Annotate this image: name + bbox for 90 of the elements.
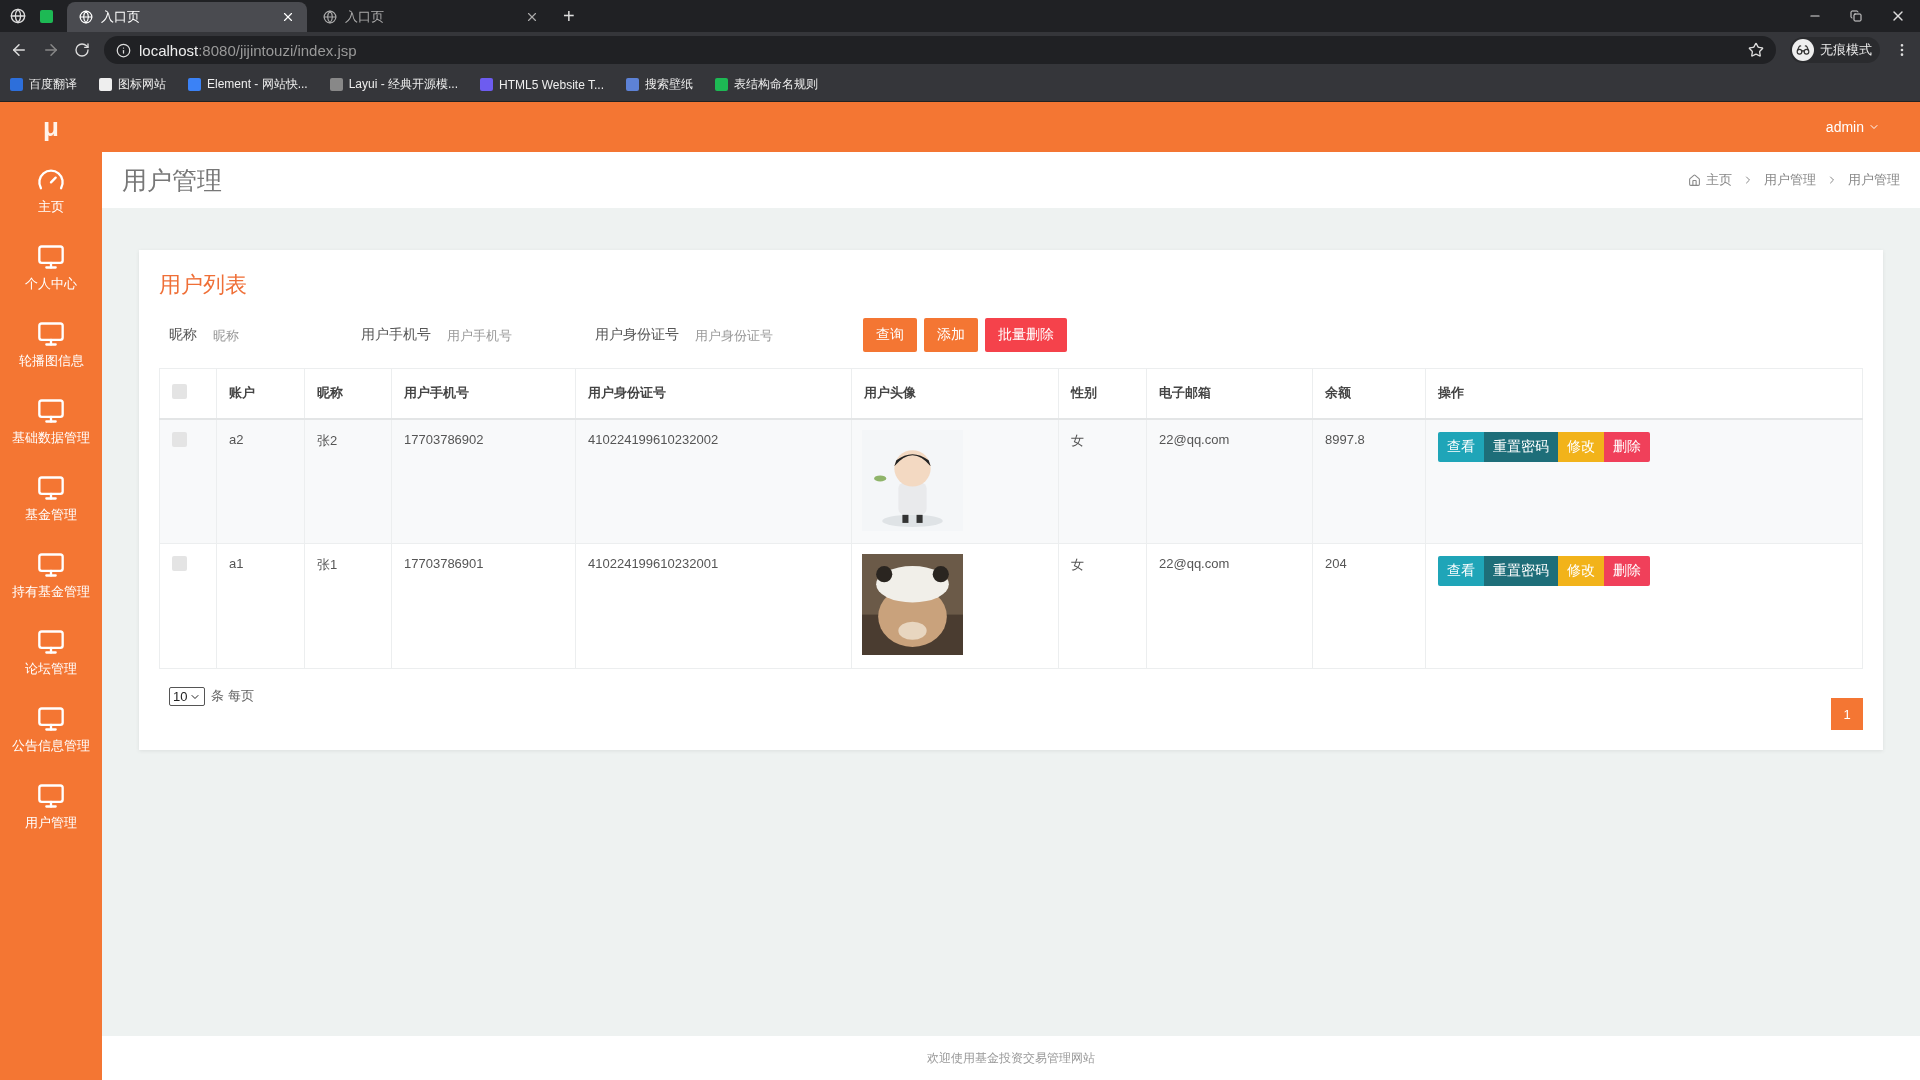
table-cell: 17703786901 — [404, 556, 484, 571]
monitor-icon — [37, 704, 65, 733]
sidebar-item[interactable]: 轮播图信息 — [0, 306, 102, 383]
home-icon — [1688, 173, 1701, 187]
page-size-select[interactable]: 10 — [169, 687, 206, 706]
action-button[interactable]: 批量删除 — [985, 318, 1067, 352]
new-tab-button[interactable]: + — [563, 4, 575, 28]
bookmark[interactable]: 搜索壁纸 — [626, 76, 693, 93]
close-icon[interactable] — [281, 10, 295, 24]
row-action-button[interactable]: 删除 — [1604, 556, 1650, 586]
profile-button[interactable]: 无痕模式 — [1790, 37, 1880, 63]
row-checkbox[interactable] — [172, 556, 187, 571]
row-action-button[interactable]: 查看 — [1438, 556, 1484, 586]
sidebar-item[interactable]: 持有基金管理 — [0, 537, 102, 614]
monitor-icon — [37, 473, 65, 502]
filter-label: 用户身份证号 — [595, 326, 679, 344]
monitor-icon — [37, 627, 65, 656]
table-cell: 8997.8 — [1325, 431, 1365, 447]
column-header: 余额 — [1312, 368, 1426, 419]
footer-text: 欢迎使用基金投资交易管理网站 — [927, 1049, 1095, 1067]
row-action-button[interactable]: 重置密码 — [1484, 556, 1558, 586]
address-bar[interactable]: localhost:8080/jijintouzi/index.jsp — [104, 36, 1776, 64]
column-header: 账户 — [216, 368, 305, 419]
breadcrumb-item[interactable]: 用户管理 — [1764, 171, 1816, 189]
table-cell: 204 — [1325, 556, 1347, 571]
bookmark[interactable]: 百度翻译 — [10, 76, 77, 93]
filter-label: 用户手机号 — [361, 326, 431, 344]
column-header: 电子邮箱 — [1146, 368, 1313, 419]
action-button[interactable]: 添加 — [924, 318, 978, 352]
table-cell: 张2 — [317, 432, 338, 448]
select-all-checkbox[interactable] — [172, 384, 187, 400]
column-header: 用户身份证号 — [575, 368, 852, 419]
bookmark[interactable]: HTML5 Website T... — [480, 77, 604, 92]
page-size-label: 条 每页 — [211, 687, 255, 705]
star-icon[interactable] — [1748, 42, 1764, 58]
monitor-icon — [37, 319, 65, 348]
sidebar-item[interactable]: 基金管理 — [0, 460, 102, 537]
globe-icon — [79, 10, 93, 24]
browser-icon[interactable] — [10, 8, 26, 24]
monitor-icon — [37, 550, 65, 579]
forward-icon[interactable] — [42, 41, 60, 59]
breadcrumb-item: 用户管理 — [1848, 171, 1900, 189]
sidebar-item[interactable]: 用户管理 — [0, 768, 102, 845]
browser-tab[interactable]: 入口页 — [311, 2, 551, 32]
action-button[interactable]: 查询 — [863, 318, 917, 352]
close-icon[interactable] — [525, 10, 539, 24]
table-cell: 410224199610232001 — [588, 556, 719, 571]
monitor-icon — [37, 242, 65, 271]
sidebar-item[interactable]: 论坛管理 — [0, 614, 102, 691]
row-action-button[interactable]: 删除 — [1604, 431, 1650, 462]
table-cell: 410224199610232002 — [588, 431, 719, 447]
sidebar-item[interactable]: 个人中心 — [0, 229, 102, 306]
reload-icon[interactable] — [74, 42, 90, 58]
column-header: 操作 — [1425, 368, 1863, 419]
row-action-button[interactable]: 查看 — [1438, 431, 1484, 462]
sidebar-item[interactable]: 基础数据管理 — [0, 383, 102, 460]
table-cell: a2 — [229, 431, 244, 447]
user-menu[interactable]: admin — [1825, 119, 1880, 135]
monitor-icon — [37, 396, 65, 425]
logo: μ — [42, 111, 60, 143]
info-icon — [116, 42, 131, 58]
table-cell: a1 — [229, 556, 244, 571]
row-action-button[interactable]: 重置密码 — [1484, 431, 1558, 462]
incognito-icon — [1796, 43, 1810, 57]
bookmark[interactable]: 表结构命名规则 — [715, 76, 818, 93]
bookmark[interactable]: Layui - 经典开源模... — [329, 76, 459, 93]
globe-icon — [323, 10, 337, 24]
table-cell: 女 — [1071, 432, 1084, 448]
column-header: 性别 — [1058, 368, 1147, 419]
table-cell: 22@qq.com — [1159, 431, 1230, 447]
monitor-icon — [37, 781, 65, 810]
breadcrumb-link[interactable]: 主页 — [1688, 171, 1732, 189]
column-header: 用户头像 — [851, 368, 1059, 419]
sidebar-item[interactable]: 主页 — [0, 152, 102, 229]
sidebar-item[interactable]: 公告信息管理 — [0, 691, 102, 768]
restore-icon[interactable] — [1850, 10, 1862, 22]
filter-label: 昵称 — [169, 326, 197, 344]
column-header: 昵称 — [304, 368, 392, 419]
page-title: 用户管理 — [122, 164, 222, 196]
bookmark[interactable]: Element - 网站快... — [188, 76, 308, 93]
browser-tab[interactable]: 入口页 — [67, 2, 307, 32]
page-button[interactable]: 1 — [1831, 698, 1863, 730]
table-cell: 17703786902 — [404, 431, 484, 447]
table-cell: 女 — [1071, 557, 1084, 572]
back-icon[interactable] — [10, 41, 28, 59]
bookmark[interactable]: 图标网站 — [99, 76, 166, 93]
card-title: 用户列表 — [159, 271, 248, 299]
table-cell: 张1 — [317, 557, 338, 572]
table-cell: 22@qq.com — [1159, 556, 1230, 571]
column-header: 用户手机号 — [391, 368, 576, 419]
